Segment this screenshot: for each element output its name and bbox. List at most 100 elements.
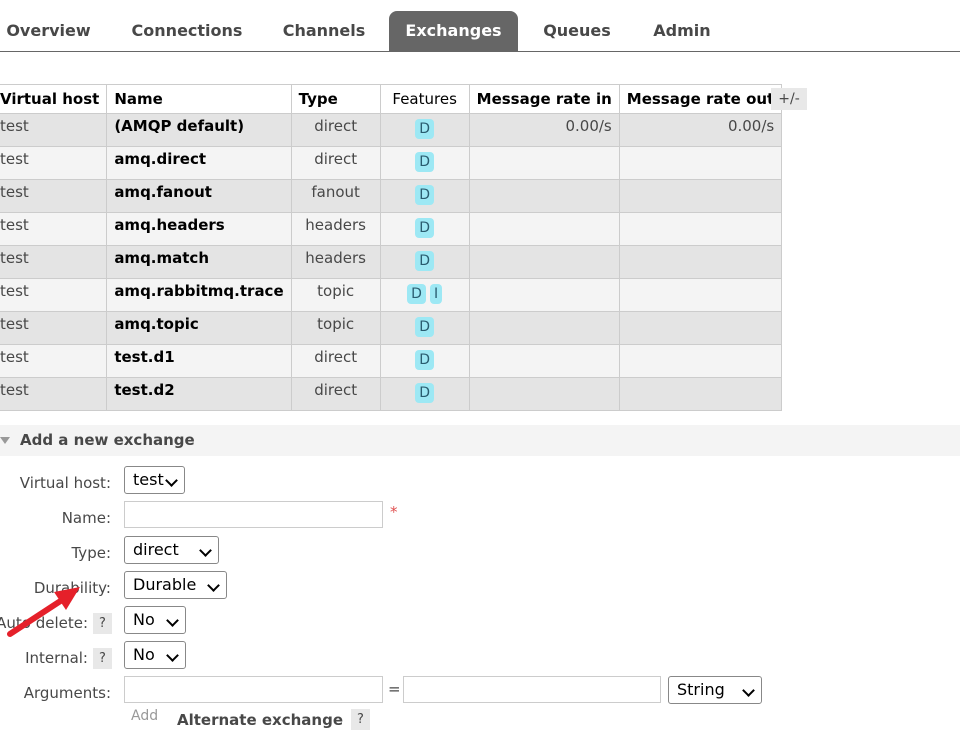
type-label: Type: <box>71 544 111 562</box>
table-header-row: Virtual host Name Type Features Message … <box>0 84 783 114</box>
auto-delete-label: Auto delete: <box>0 614 88 632</box>
table-row: test amq.match headers D <box>0 245 783 279</box>
cell-name[interactable]: amq.headers <box>106 212 292 246</box>
feature-badge: D <box>415 317 435 337</box>
cell-rate-out <box>618 278 783 312</box>
cell-features: D <box>379 179 470 213</box>
cell-rate-in <box>468 146 620 180</box>
cell-name[interactable]: amq.fanout <box>106 179 292 213</box>
col-header-type[interactable]: Type <box>290 84 381 114</box>
cell-name[interactable]: amq.direct <box>106 146 292 180</box>
durability-label: Durability: <box>33 579 111 597</box>
cell-name[interactable]: (AMQP default) <box>106 113 292 147</box>
table-row: test amq.direct direct D <box>0 146 783 180</box>
feature-badge: D <box>415 251 435 271</box>
feature-badge: I <box>429 284 443 304</box>
chevron-down-icon <box>742 684 755 697</box>
cell-virtual-host: test <box>0 146 108 180</box>
cell-type: direct <box>290 146 381 180</box>
internal-help-icon[interactable]: ? <box>93 648 112 669</box>
virtual-host-label: Virtual host: <box>19 474 111 492</box>
table-row: test amq.topic topic D <box>0 311 783 345</box>
feature-badge: D <box>407 284 426 304</box>
cell-rate-out <box>618 245 783 279</box>
cell-rate-in <box>468 179 620 213</box>
cell-features: D <box>379 311 470 345</box>
cell-rate-out <box>618 146 783 180</box>
feature-badge: D <box>415 383 435 403</box>
cell-virtual-host: test <box>0 344 108 378</box>
internal-label: Internal: <box>25 649 88 667</box>
add-exchange-section-header[interactable]: Add a new exchange <box>0 425 960 456</box>
collapse-triangle-icon <box>0 437 10 444</box>
alternate-exchange-help-icon[interactable]: ? <box>351 709 370 730</box>
argument-type-select[interactable]: String <box>668 676 762 704</box>
name-input[interactable] <box>124 501 383 528</box>
feature-badge: D <box>415 152 435 172</box>
chevron-down-icon <box>207 579 220 592</box>
section-title: Add a new exchange <box>20 431 195 449</box>
cell-rate-in <box>468 311 620 345</box>
durability-select[interactable]: Durable <box>124 571 227 599</box>
cell-features: D <box>379 377 470 411</box>
virtual-host-select[interactable]: test <box>124 466 185 494</box>
chevron-down-icon <box>166 614 179 627</box>
table-row: test (AMQP default) direct D 0.00/s 0.00/s <box>0 113 783 147</box>
cell-type: topic <box>290 311 381 345</box>
cell-virtual-host: test <box>0 245 108 279</box>
cell-features: D <box>379 344 470 378</box>
argument-key-input[interactable] <box>124 676 383 703</box>
table-row: test test.d2 direct D <box>0 377 783 411</box>
cell-rate-out <box>618 212 783 246</box>
tab-overview[interactable]: Overview <box>0 11 97 51</box>
tab-queues[interactable]: Queues <box>534 11 620 51</box>
tab-admin[interactable]: Admin <box>643 11 721 51</box>
table-row: test amq.fanout fanout D <box>0 179 783 213</box>
exchanges-table: Virtual host Name Type Features Message … <box>0 84 783 411</box>
alternate-exchange-link[interactable]: Alternate exchange <box>177 711 343 729</box>
add-argument-link[interactable]: Add <box>131 708 158 724</box>
cell-virtual-host: test <box>0 278 108 312</box>
feature-badge: D <box>415 218 435 238</box>
internal-select[interactable]: No <box>124 641 186 669</box>
cell-features: D <box>379 113 470 147</box>
cell-rate-out: 0.00/s <box>618 113 783 147</box>
cell-type: topic <box>290 278 381 312</box>
cell-features: D <box>379 146 470 180</box>
name-label: Name: <box>61 509 111 527</box>
col-header-rate-in[interactable]: Message rate in <box>468 84 620 114</box>
type-select[interactable]: direct <box>124 536 219 564</box>
table-row: test amq.rabbitmq.trace topic D I <box>0 278 783 312</box>
chevron-down-icon <box>165 474 178 487</box>
cell-name[interactable]: amq.topic <box>106 311 292 345</box>
argument-value-input[interactable] <box>403 676 661 703</box>
cell-virtual-host: test <box>0 377 108 411</box>
tab-channels[interactable]: Channels <box>272 11 376 51</box>
column-toggle-button[interactable]: +/- <box>771 88 807 110</box>
cell-type: direct <box>290 344 381 378</box>
cell-type: direct <box>290 377 381 411</box>
cell-virtual-host: test <box>0 311 108 345</box>
auto-delete-help-icon[interactable]: ? <box>93 613 112 634</box>
col-header-features: Features <box>379 84 470 114</box>
auto-delete-select[interactable]: No <box>124 606 186 634</box>
col-header-rate-out[interactable]: Message rate out <box>618 84 783 114</box>
cell-features: DI <box>379 278 470 312</box>
cell-features: D <box>379 212 470 246</box>
cell-rate-out <box>618 344 783 378</box>
cell-name[interactable]: amq.rabbitmq.trace <box>106 278 292 312</box>
tab-connections[interactable]: Connections <box>126 11 248 51</box>
arguments-label: Arguments: <box>23 684 111 702</box>
cell-name[interactable]: test.d1 <box>106 344 292 378</box>
col-header-name[interactable]: Name <box>106 84 292 114</box>
cell-name[interactable]: test.d2 <box>106 377 292 411</box>
col-header-virtual-host[interactable]: Virtual host <box>0 84 108 114</box>
cell-rate-out <box>618 179 783 213</box>
tab-exchanges[interactable]: Exchanges <box>389 11 518 51</box>
cell-virtual-host: test <box>0 212 108 246</box>
cell-rate-in <box>468 344 620 378</box>
cell-type: fanout <box>290 179 381 213</box>
cell-virtual-host: test <box>0 179 108 213</box>
cell-name[interactable]: amq.match <box>106 245 292 279</box>
top-navigation: Overview Connections Channels Exchanges … <box>0 0 960 52</box>
